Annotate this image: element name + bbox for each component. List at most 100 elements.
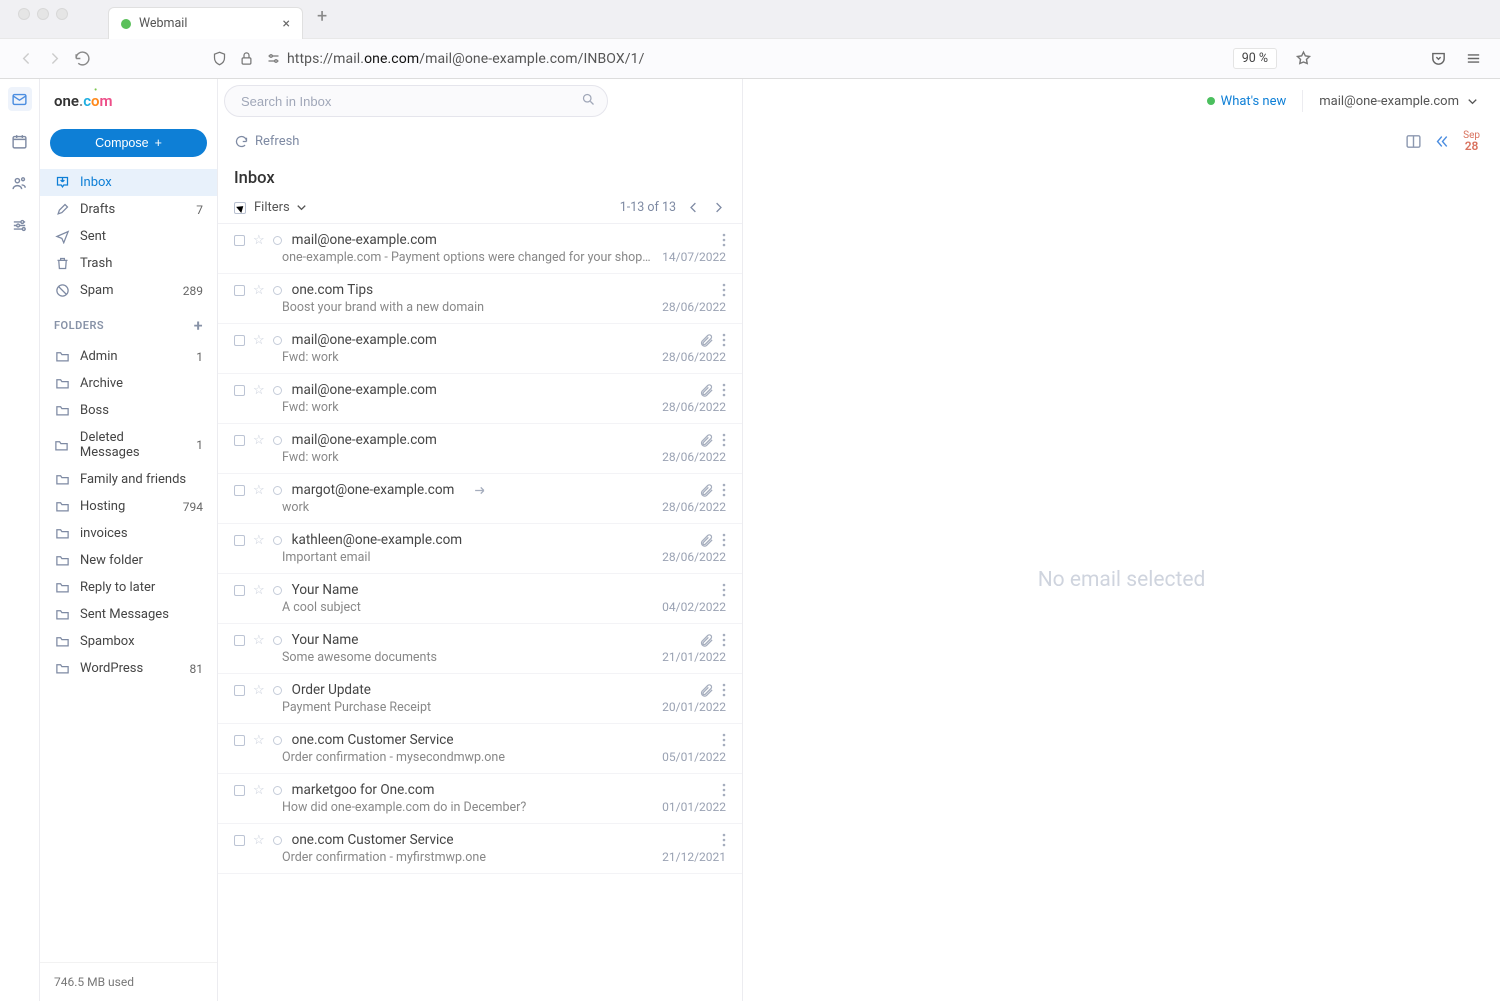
mail-row[interactable]: ☆Your NameA cool subject04/02/2022 [218,574,742,624]
mail-row[interactable]: ☆mail@one-example.comone-example.com - P… [218,224,742,274]
star-icon[interactable]: ☆ [253,433,265,448]
star-icon[interactable]: ☆ [253,283,265,298]
search-icon[interactable] [581,92,596,107]
folder-item[interactable]: invoices [40,520,217,547]
folder-item[interactable]: Boss [40,397,217,424]
mail-row[interactable]: ☆Order UpdatePayment Purchase Receipt20/… [218,674,742,724]
mail-checkbox[interactable] [234,635,245,646]
whats-new-button[interactable]: What's new [1207,94,1287,109]
star-icon[interactable]: ☆ [253,333,265,348]
calendar-badge[interactable]: Sep 28 [1463,130,1480,152]
folder-item[interactable]: Hosting794 [40,493,217,520]
mail-checkbox[interactable] [234,335,245,346]
permissions-icon[interactable] [266,51,281,66]
mail-more-button[interactable] [722,683,726,697]
page-prev-button[interactable] [686,200,701,215]
mail-row[interactable]: ☆margot@one-example.comwork28/06/2022 [218,474,742,524]
sidebar-item-trash[interactable]: Trash [40,250,217,277]
mail-checkbox[interactable] [234,685,245,696]
mail-more-button[interactable] [722,483,726,497]
unread-dot-icon[interactable] [273,336,282,345]
mail-row[interactable]: ☆mail@one-example.comFwd: work28/06/2022 [218,424,742,474]
mail-more-button[interactable] [722,783,726,797]
folder-item[interactable]: Deleted Messages1 [40,424,217,466]
tab-close-icon[interactable]: × [283,16,290,32]
shield-icon[interactable] [212,51,227,66]
folder-item[interactable]: Sent Messages [40,601,217,628]
filters-button[interactable]: Filters [254,200,309,215]
rail-calendar-icon[interactable] [8,129,32,153]
star-icon[interactable]: ☆ [253,683,265,698]
folder-item[interactable]: WordPress81 [40,655,217,682]
unread-dot-icon[interactable] [273,736,282,745]
unread-dot-icon[interactable] [273,386,282,395]
bookmark-icon[interactable] [1295,50,1312,67]
unread-dot-icon[interactable] [273,486,282,495]
unread-dot-icon[interactable] [273,586,282,595]
star-icon[interactable]: ☆ [253,583,265,598]
mail-more-button[interactable] [722,633,726,647]
traffic-light-close[interactable] [18,8,30,20]
new-tab-button[interactable]: + [317,6,327,33]
unread-dot-icon[interactable] [273,436,282,445]
mail-row[interactable]: ☆mail@one-example.comFwd: work28/06/2022 [218,324,742,374]
reload-button[interactable] [68,45,96,73]
rail-contacts-icon[interactable] [8,171,32,195]
mail-checkbox[interactable] [234,285,245,296]
mail-more-button[interactable] [722,283,726,297]
star-icon[interactable]: ☆ [253,383,265,398]
sidebar-item-spam[interactable]: Spam289 [40,277,217,304]
mail-checkbox[interactable] [234,785,245,796]
refresh-button[interactable]: Refresh [234,134,299,149]
mail-list[interactable]: ☆mail@one-example.comone-example.com - P… [218,224,742,1001]
star-icon[interactable]: ☆ [253,733,265,748]
address-bar[interactable]: https://mail.one.com/mail@one-example.co… [287,51,1233,67]
star-icon[interactable]: ☆ [253,783,265,798]
rail-mail-icon[interactable] [8,87,32,111]
mail-more-button[interactable] [722,833,726,847]
folder-item[interactable]: New folder [40,547,217,574]
unread-dot-icon[interactable] [273,286,282,295]
mail-row[interactable]: ☆kathleen@one-example.comImportant email… [218,524,742,574]
mail-more-button[interactable] [722,733,726,747]
mail-checkbox[interactable] [234,435,245,446]
browser-tab[interactable]: Webmail × [108,7,303,39]
rail-settings-icon[interactable] [8,213,32,237]
compose-button[interactable]: Compose + [50,129,207,157]
mail-checkbox[interactable] [234,835,245,846]
mail-more-button[interactable] [722,233,726,247]
unread-dot-icon[interactable] [273,536,282,545]
layout-toggle-icon[interactable] [1405,133,1422,150]
traffic-light-max[interactable] [56,8,68,20]
unread-dot-icon[interactable] [273,786,282,795]
collapse-icon[interactable] [1434,133,1451,150]
sidebar-item-inbox[interactable]: Inbox [40,169,217,196]
mail-checkbox[interactable] [234,535,245,546]
folder-item[interactable]: Family and friends [40,466,217,493]
star-icon[interactable]: ☆ [253,483,265,498]
unread-dot-icon[interactable] [273,836,282,845]
mail-more-button[interactable] [722,533,726,547]
folder-item[interactable]: Reply to later [40,574,217,601]
star-icon[interactable]: ☆ [253,233,265,248]
mail-checkbox[interactable] [234,235,245,246]
mail-more-button[interactable] [722,333,726,347]
unread-dot-icon[interactable] [273,236,282,245]
star-icon[interactable]: ☆ [253,833,265,848]
forward-button[interactable] [40,45,68,73]
mail-row[interactable]: ☆Your NameSome awesome documents21/01/20… [218,624,742,674]
mail-more-button[interactable] [722,383,726,397]
folder-item[interactable]: Archive [40,370,217,397]
add-folder-button[interactable]: + [194,316,203,335]
select-all-checkbox[interactable] [234,202,246,214]
mail-checkbox[interactable] [234,385,245,396]
unread-dot-icon[interactable] [273,686,282,695]
sidebar-item-drafts[interactable]: Drafts7 [40,196,217,223]
pocket-icon[interactable] [1430,50,1447,67]
star-icon[interactable]: ☆ [253,633,265,648]
page-next-button[interactable] [711,200,726,215]
mail-row[interactable]: ☆mail@one-example.comFwd: work28/06/2022 [218,374,742,424]
mail-row[interactable]: ☆marketgoo for One.comHow did one-exampl… [218,774,742,824]
mail-row[interactable]: ☆one.com Customer ServiceOrder confirmat… [218,724,742,774]
unread-dot-icon[interactable] [273,636,282,645]
